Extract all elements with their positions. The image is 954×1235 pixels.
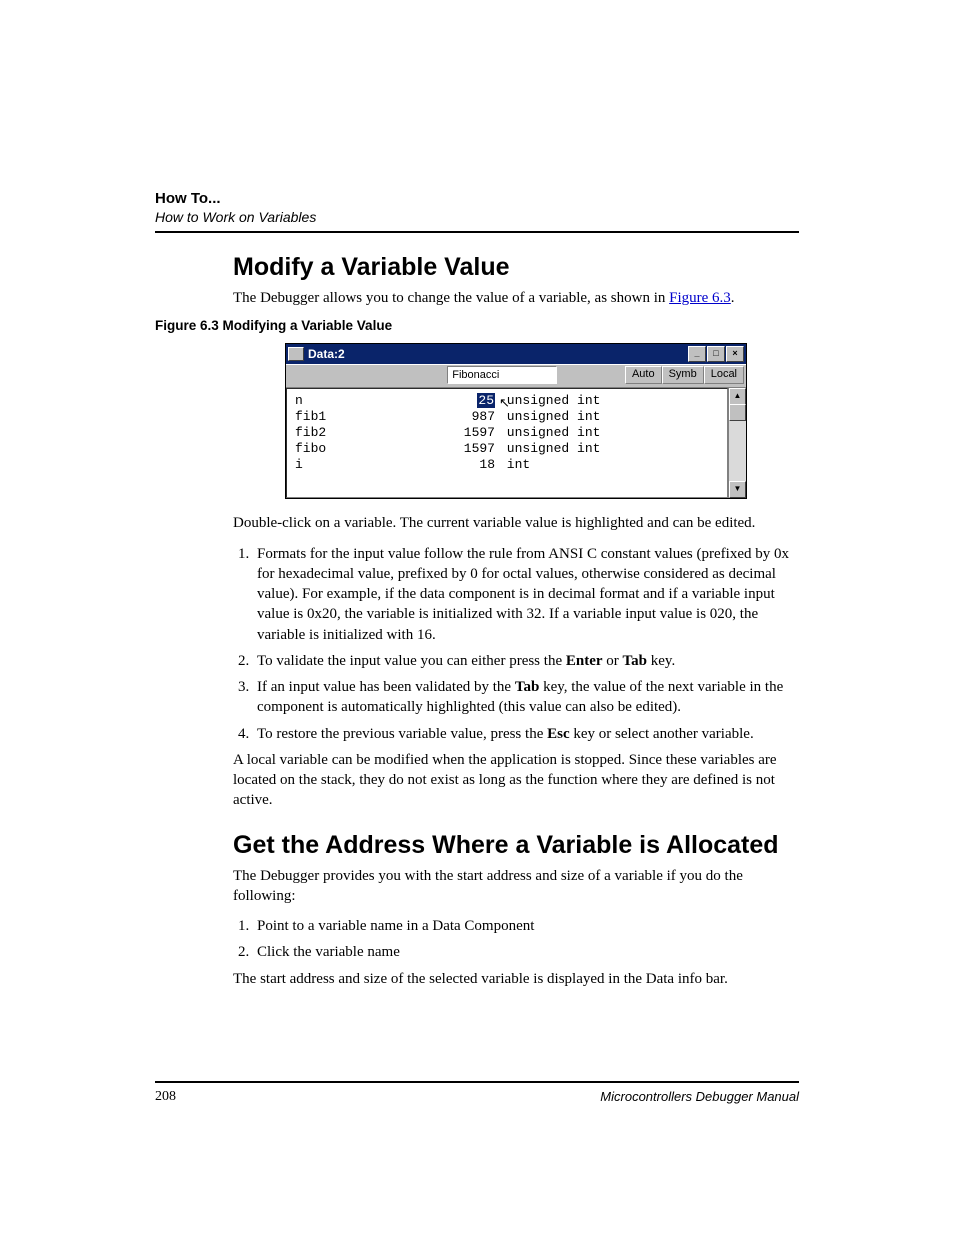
figure-caption: Figure 6.3 Modifying a Variable Value (155, 318, 799, 333)
variable-value[interactable]: 1597 (445, 425, 499, 441)
variable-row[interactable]: n 25 unsigned int (295, 393, 719, 409)
list-item: To restore the previous variable value, … (253, 724, 799, 744)
variable-type: int (499, 457, 719, 473)
figure-link[interactable]: Figure 6.3 (669, 290, 731, 306)
window-title: Data:2 (308, 347, 687, 361)
section1-intro: The Debugger allows you to change the va… (233, 288, 799, 308)
page-number: 208 (155, 1089, 176, 1105)
variable-row[interactable]: fib1987 unsigned int (295, 409, 719, 425)
variable-value[interactable]: 25 (445, 393, 499, 409)
header-subtitle: How to Work on Variables (155, 209, 799, 225)
local-button[interactable]: Local (704, 366, 744, 384)
variable-type: unsigned int (499, 425, 719, 441)
variable-name[interactable]: fib2 (295, 425, 445, 441)
list-item: Click the variable name (253, 942, 799, 962)
manual-title: Microcontrollers Debugger Manual (600, 1089, 799, 1105)
variable-type: unsigned int (499, 393, 719, 409)
variable-value[interactable]: 18 (445, 457, 499, 473)
scope-field[interactable]: Fibonacci (447, 366, 557, 384)
auto-button[interactable]: Auto (625, 366, 662, 384)
variable-name[interactable]: fib1 (295, 409, 445, 425)
system-menu-icon[interactable] (288, 347, 304, 361)
scroll-down-button[interactable]: ▼ (729, 481, 746, 498)
symb-button[interactable]: Symb (662, 366, 704, 384)
minimize-button[interactable]: _ (688, 346, 706, 362)
section1-heading: Modify a Variable Value (233, 253, 799, 282)
scroll-up-button[interactable]: ▲ (729, 388, 746, 405)
variable-row[interactable]: i18 int (295, 457, 719, 473)
page-footer: 208 Microcontrollers Debugger Manual (155, 1073, 799, 1105)
titlebar[interactable]: Data:2 _ □ × (286, 344, 746, 364)
section1-list: Formats for the input value follow the r… (233, 544, 799, 744)
scroll-thumb[interactable] (729, 404, 746, 421)
section2-heading: Get the Address Where a Variable is Allo… (233, 831, 799, 860)
variable-name[interactable]: fibo (295, 441, 445, 457)
variable-value[interactable]: 1597 (445, 441, 499, 457)
intro-post: . (731, 290, 735, 306)
variable-row[interactable]: fibo1597 unsigned int (295, 441, 719, 457)
variable-name[interactable]: n (295, 393, 445, 409)
section2-intro: The Debugger provides you with the start… (233, 866, 799, 907)
maximize-button[interactable]: □ (707, 346, 725, 362)
after-list-text: A local variable can be modified when th… (233, 750, 799, 811)
data-window: Data:2 _ □ × Fibonacci Auto Symb Local (285, 343, 747, 499)
section2-list: Point to a variable name in a Data Compo… (233, 916, 799, 963)
header-rule (155, 231, 799, 233)
variable-list[interactable]: n25 unsigned intfib1987 unsigned intfib2… (286, 388, 728, 498)
list-item: Point to a variable name in a Data Compo… (253, 916, 799, 936)
variable-type: unsigned int (499, 409, 719, 425)
variable-value[interactable]: 987 (445, 409, 499, 425)
vertical-scrollbar[interactable]: ▲ ▼ (728, 388, 746, 498)
selected-value[interactable]: 25 (477, 393, 495, 408)
variable-row[interactable]: fib21597 unsigned int (295, 425, 719, 441)
intro-pre: The Debugger allows you to change the va… (233, 290, 669, 306)
variable-type: unsigned int (499, 441, 719, 457)
info-bar: Fibonacci Auto Symb Local (286, 364, 746, 388)
close-button[interactable]: × (726, 346, 744, 362)
variable-name[interactable]: i (295, 457, 445, 473)
header-title: How To... (155, 190, 799, 207)
figure-6-3: Data:2 _ □ × Fibonacci Auto Symb Local (233, 343, 799, 499)
section2-after: The start address and size of the select… (233, 969, 799, 989)
list-item: To validate the input value you can eith… (253, 651, 799, 671)
list-item: If an input value has been validated by … (253, 677, 799, 718)
page-header: How To... How to Work on Variables (155, 190, 799, 233)
list-item: Formats for the input value follow the r… (253, 544, 799, 645)
after-figure-text: Double-click on a variable. The current … (233, 513, 799, 533)
